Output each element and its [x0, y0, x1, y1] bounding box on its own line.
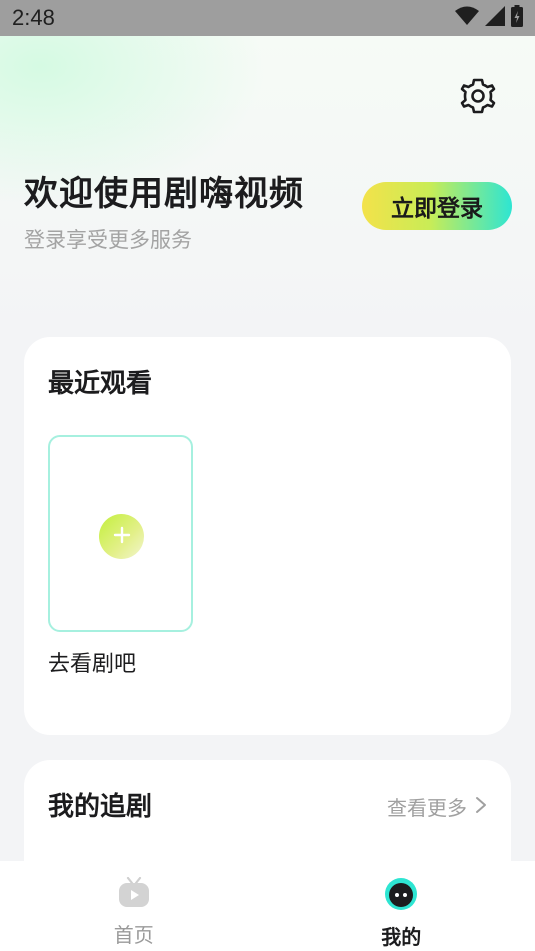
view-more-link[interactable]: 查看更多 [387, 792, 487, 821]
signal-icon [485, 6, 505, 30]
tab-mine[interactable]: 我的 [268, 861, 535, 951]
tv-icon [116, 876, 152, 913]
wifi-icon [455, 6, 479, 30]
status-icons [455, 5, 523, 31]
welcome-title: 欢迎使用剧嗨视频 [24, 174, 304, 214]
tab-mine-label: 我的 [381, 925, 422, 949]
welcome-subtitle: 登录享受更多服务 [24, 228, 192, 252]
login-button[interactable]: 立即登录 [362, 182, 512, 230]
status-bar: 2:48 [0, 0, 535, 36]
settings-button[interactable] [456, 76, 500, 120]
plus-icon [113, 526, 131, 548]
battery-icon [511, 5, 523, 31]
my-follow-title: 我的追剧 [48, 792, 153, 822]
gear-icon [459, 77, 497, 119]
add-drama-tile[interactable] [48, 435, 193, 632]
view-more-label: 查看更多 [387, 796, 467, 820]
tab-home-label: 首页 [113, 923, 154, 947]
bottom-tab-bar: 首页 我的 [0, 861, 535, 951]
recent-watch-title: 最近观看 [48, 369, 153, 399]
tab-home[interactable]: 首页 [0, 861, 268, 951]
add-circle [99, 514, 144, 559]
recent-watch-card: 最近观看 去看剧吧 [24, 337, 511, 735]
robot-face-icon [383, 877, 419, 915]
chevron-right-icon [475, 795, 487, 819]
add-drama-label[interactable]: 去看剧吧 [48, 646, 136, 678]
status-time: 2:48 [12, 5, 55, 30]
